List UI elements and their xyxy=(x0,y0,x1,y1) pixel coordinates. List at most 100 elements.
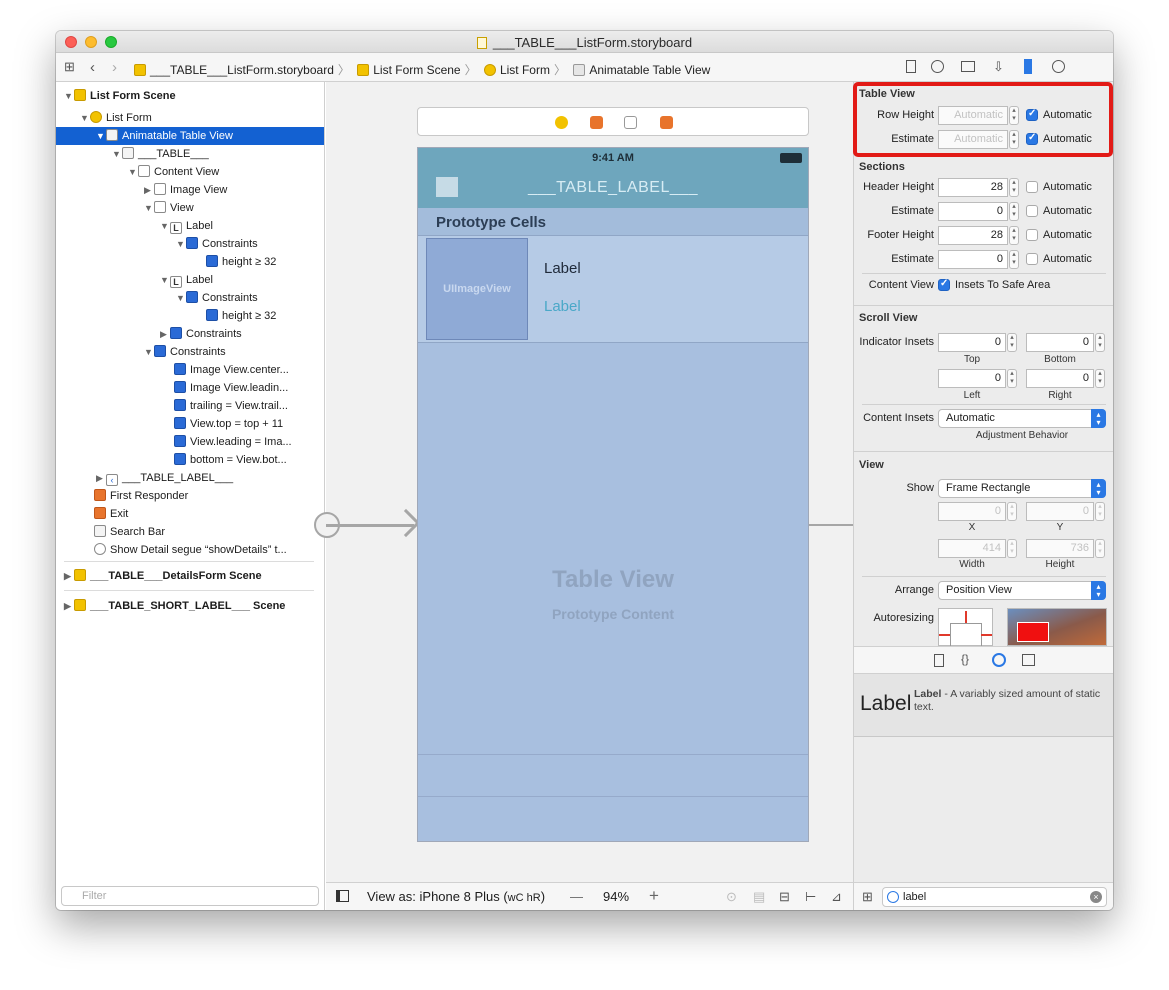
disclosure-open-icon[interactable]: ▼ xyxy=(96,127,106,145)
outline-row-constraints-4[interactable]: ▼ Constraints xyxy=(144,343,226,361)
grid-view-icon[interactable]: ⊞ xyxy=(862,889,873,905)
disclosure-open-icon[interactable]: ▼ xyxy=(64,87,74,105)
header-estimate-automatic-checkbox[interactable] xyxy=(1026,205,1038,217)
footer-height-field[interactable]: 28 xyxy=(938,226,1008,245)
header-estimate-field[interactable]: 0 xyxy=(938,202,1008,221)
outline-row-image-view[interactable]: ▶ Image View xyxy=(144,181,227,199)
disclosure-open-icon[interactable]: ▼ xyxy=(160,271,170,289)
footer-estimate-stepper[interactable]: ▴ ▾ xyxy=(1009,250,1019,269)
disclosure-open-icon[interactable]: ▼ xyxy=(144,343,154,361)
disclosure-open-icon[interactable]: ▼ xyxy=(176,235,186,253)
disclosure-closed-icon[interactable]: ▶ xyxy=(64,567,74,585)
cell-image-view[interactable]: UIImageView xyxy=(426,238,528,340)
disclosure-open-icon[interactable]: ▼ xyxy=(176,289,186,307)
storyboard-canvas[interactable]: 9:41 AM ___TABLE_LABEL___ Prototype Cell… xyxy=(314,82,853,910)
y-stepper[interactable]: ▴ ▾ xyxy=(1095,502,1105,521)
outline-row-search-bar[interactable]: Search Bar xyxy=(80,523,165,541)
disclosure-open-icon[interactable]: ▼ xyxy=(144,199,154,217)
header-estimate-stepper[interactable]: ▴ ▾ xyxy=(1009,202,1019,221)
breadcrumb-file[interactable]: ___TABLE___ListForm.storyboard xyxy=(150,63,334,77)
outline-row-constraint[interactable]: bottom = View.bot... xyxy=(160,451,287,469)
outline-row-view[interactable]: ▼ View xyxy=(144,199,194,217)
outline-row-details-scene[interactable]: ▶ ___TABLE___DetailsForm Scene xyxy=(64,567,262,585)
update-frames-icon[interactable]: ⊙ xyxy=(726,889,737,905)
outline-row-constraints-3[interactable]: ▶ Constraints xyxy=(160,325,242,343)
cell-subtitle-label[interactable]: Label xyxy=(544,298,581,315)
outline-row-constraints-1[interactable]: ▼ Constraints xyxy=(176,235,258,253)
view-as-button[interactable]: View as: iPhone 8 Plus (wC hR) xyxy=(367,889,545,904)
indicator-left-field[interactable]: 0 xyxy=(938,369,1006,388)
exit-icon[interactable] xyxy=(660,116,673,129)
library-search-input[interactable]: label × xyxy=(882,887,1107,907)
outline-row-exit[interactable]: Exit xyxy=(80,505,128,523)
outline-row-constraints-2[interactable]: ▼ Constraints xyxy=(176,289,258,307)
outline-filter-input[interactable]: Filter xyxy=(61,886,319,906)
connections-inspector-icon[interactable] xyxy=(1052,60,1065,73)
view-controller-icon[interactable] xyxy=(555,116,568,129)
disclosure-open-icon[interactable]: ▼ xyxy=(112,145,122,163)
show-popup[interactable]: Frame Rectangle ▴ ▾ xyxy=(938,479,1106,498)
footer-height-automatic-checkbox[interactable] xyxy=(1026,229,1038,241)
indicator-top-field[interactable]: 0 xyxy=(938,333,1006,352)
size-inspector-icon[interactable] xyxy=(1024,59,1032,74)
disclosure-open-icon[interactable]: ▼ xyxy=(128,163,138,181)
content-insets-popup[interactable]: Automatic ▴ ▾ xyxy=(938,409,1106,428)
outline-row-height-constraint-2[interactable]: height ≥ 32 xyxy=(192,307,276,325)
file-template-library-icon[interactable] xyxy=(934,654,944,667)
disclosure-closed-icon[interactable]: ▶ xyxy=(160,325,170,343)
disclosure-closed-icon[interactable]: ▶ xyxy=(144,181,154,199)
help-inspector-icon[interactable] xyxy=(931,60,944,73)
outline-row-height-constraint-1[interactable]: height ≥ 32 xyxy=(192,253,276,271)
footer-estimate-automatic-checkbox[interactable] xyxy=(1026,253,1038,265)
resolve-issues-icon[interactable]: ⊿ xyxy=(831,889,842,905)
outline-row-table-cell[interactable]: ▼ ___TABLE___ xyxy=(112,145,209,163)
add-constraints-icon[interactable]: ⊢ xyxy=(805,889,816,905)
header-height-field[interactable]: 28 xyxy=(938,178,1008,197)
cell-title-label[interactable]: Label xyxy=(544,260,581,277)
insets-to-safe-area-checkbox[interactable] xyxy=(938,278,950,291)
disclosure-open-icon[interactable]: ▼ xyxy=(80,109,90,127)
outline-row-constraint[interactable]: Image View.center... xyxy=(160,361,289,379)
breadcrumb-controller[interactable]: List Form xyxy=(500,63,550,77)
prototype-cell[interactable]: UIImageView Label Label xyxy=(418,236,808,343)
disclosure-closed-icon[interactable]: ▶ xyxy=(64,597,74,615)
forward-icon[interactable]: › xyxy=(112,59,117,76)
media-library-icon[interactable] xyxy=(1022,654,1035,666)
disclosure-open-icon[interactable]: ▼ xyxy=(160,217,170,235)
indicator-bottom-stepper[interactable]: ▴ ▾ xyxy=(1095,333,1105,352)
toggle-outline-icon[interactable] xyxy=(336,890,349,902)
file-inspector-icon[interactable] xyxy=(906,60,916,73)
identity-inspector-icon[interactable] xyxy=(961,61,975,72)
outline-row-segue[interactable]: Show Detail segue “showDetails” t... xyxy=(80,541,287,559)
outline-row-constraint[interactable]: Image View.leadin... xyxy=(160,379,288,397)
navigation-bar[interactable]: 9:41 AM ___TABLE_LABEL___ xyxy=(418,148,808,208)
width-stepper[interactable]: ▴ ▾ xyxy=(1007,539,1017,558)
outline-row-label-2[interactable]: ▼ L Label xyxy=(160,271,213,289)
related-items-icon[interactable]: ⊞ xyxy=(64,59,75,75)
clear-search-icon[interactable]: × xyxy=(1090,891,1102,903)
outline-row-constraint[interactable]: View.top = top + 11 xyxy=(160,415,283,433)
breadcrumb-scene[interactable]: List Form Scene xyxy=(373,63,460,77)
zoom-in-button[interactable]: + xyxy=(649,886,659,906)
embed-in-stack-icon[interactable]: ▤ xyxy=(753,889,765,905)
table-view-scene[interactable]: 9:41 AM ___TABLE_LABEL___ Prototype Cell… xyxy=(417,147,809,842)
outline-row-content-view[interactable]: ▼ Content View xyxy=(128,163,219,181)
library-item-label[interactable]: Label Label - A variably sized amount of… xyxy=(854,674,1113,737)
outline-row-label-1[interactable]: ▼ L Label xyxy=(160,217,213,235)
indicator-top-stepper[interactable]: ▴ ▾ xyxy=(1007,333,1017,352)
outline-row-first-responder[interactable]: First Responder xyxy=(80,487,188,505)
x-field[interactable]: 0 xyxy=(938,502,1006,521)
search-bar-icon[interactable] xyxy=(624,116,637,129)
disclosure-closed-icon[interactable]: ▶ xyxy=(96,469,106,487)
object-library-icon[interactable] xyxy=(992,653,1006,667)
height-stepper[interactable]: ▴ ▾ xyxy=(1095,539,1105,558)
breadcrumb-table-view[interactable]: Animatable Table View xyxy=(589,63,710,77)
back-icon[interactable]: ‹ xyxy=(90,59,95,76)
outline-row-constraint[interactable]: trailing = View.trail... xyxy=(160,397,288,415)
indicator-left-stepper[interactable]: ▴ ▾ xyxy=(1007,369,1017,388)
align-icon[interactable]: ⊟ xyxy=(779,889,790,905)
height-field[interactable]: 736 xyxy=(1026,539,1094,558)
indicator-right-field[interactable]: 0 xyxy=(1026,369,1094,388)
outline-row-short-label-scene[interactable]: ▶ ___TABLE_SHORT_LABEL___ Scene xyxy=(64,597,285,615)
indicator-bottom-field[interactable]: 0 xyxy=(1026,333,1094,352)
